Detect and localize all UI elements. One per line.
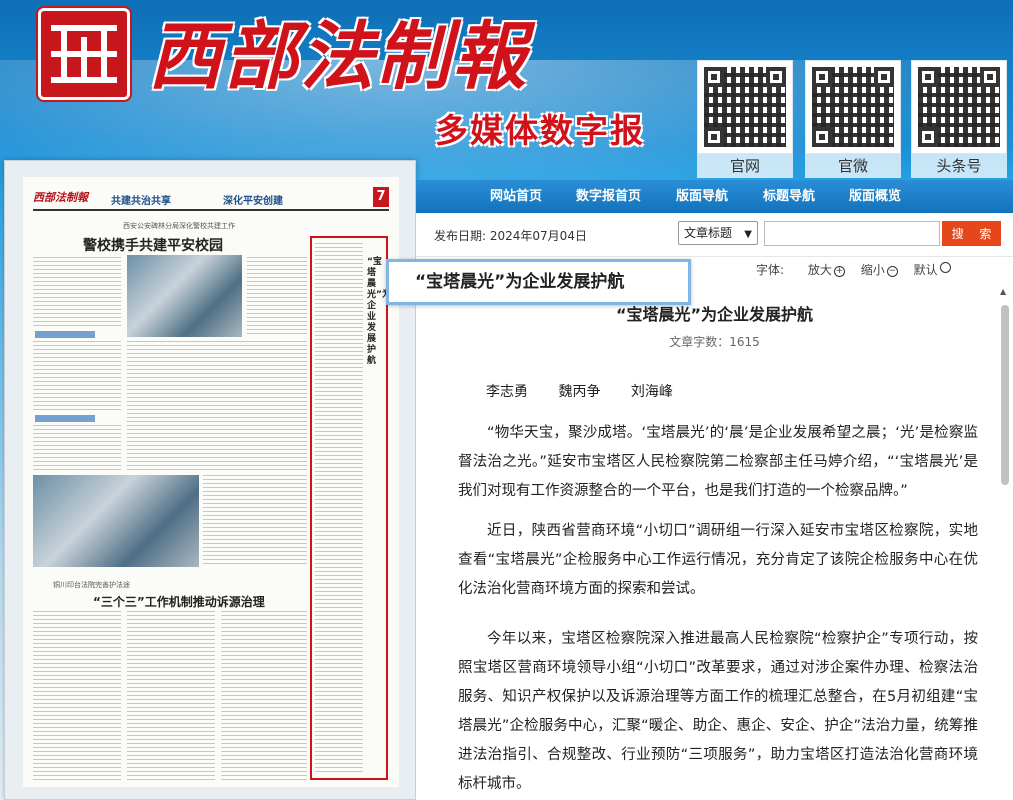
font-enlarge-label: 放大 [807,263,832,277]
article-word-count: 文章字数：1615 [669,335,760,349]
publish-date-value: 2024年07月04日 [489,229,587,243]
paper-masthead: 西部法制報 共建共治共享 深化平安创建 7 [33,187,389,211]
qr-code-icon [697,60,793,154]
newspaper-page-image[interactable]: 西部法制報 共建共治共享 深化平安创建 7 西安公安碑林分局深化警校共建工作 警… [23,177,399,787]
paper-photo-students[interactable] [33,475,199,567]
nav-page-guide[interactable]: 版面导航 [676,180,728,213]
paper-text-block[interactable] [33,257,121,327]
article-paragraph: “物华天宝，聚沙成塔。‘宝塔晨光’的‘晨’是企业发展希望之晨；‘光’是检察监督法… [458,425,978,499]
nav-site-home[interactable]: 网站首页 [490,180,542,213]
paper-text-block[interactable] [203,475,307,567]
font-default-label: 默认 [913,263,938,277]
search-type-value: 文章标题 [684,226,733,240]
font-enlarge-button[interactable]: 放大 + [808,261,845,278]
font-size-controls: 字体: 放大 + 缩小 − 默认 [756,261,951,281]
paper-text-block[interactable] [221,611,307,781]
search-button[interactable]: 搜 索 [942,221,1001,246]
qr-official-site[interactable]: 官网 [697,60,793,178]
author-name: 李志勇 [486,384,528,400]
paper-text-block[interactable] [33,341,121,411]
publish-date-label: 发布日期: [434,229,487,243]
qr-code-icon [911,60,1007,154]
paper-subhead-tag [35,331,95,338]
qr-label: 头条号 [911,154,1007,178]
qr-label: 官微 [805,154,901,178]
article-authors: 李志勇 魏丙争 刘海峰 [486,381,699,401]
paper-kicker-2: 铜川印台法院完善护法途 [53,581,130,589]
selected-article-vertical-title: “宝塔晨光”为企业发展护航 [367,257,391,366]
newspaper-page-viewer: 西部法制報 共建共治共享 深化平安创建 7 西安公安碑林分局深化警校共建工作 警… [4,160,416,800]
publish-date: 发布日期: 2024年07月04日 [434,227,587,244]
logo-seal-icon[interactable] [38,8,130,100]
paper-photo-police[interactable] [127,255,242,337]
qr-code-icon [805,60,901,154]
font-shrink-button[interactable]: 缩小 − [861,261,898,278]
scroll-up-icon[interactable]: ▲ [1000,287,1006,296]
paper-text-block[interactable] [127,341,307,471]
nav-page-overview[interactable]: 版面概览 [849,180,901,213]
scroll-thumb[interactable] [1001,305,1009,485]
paper-text-block[interactable] [33,425,121,470]
search-input[interactable] [764,221,940,246]
nav-digital-home[interactable]: 数字报首页 [576,180,641,213]
brand-subtitle: 多媒体数字报 [435,111,645,150]
paper-subhead-tag [35,415,95,422]
paper-text-block[interactable] [33,611,121,781]
qr-weibo[interactable]: 官微 [805,60,901,178]
search-type-select[interactable]: 文章标题 ▼ [678,221,758,245]
paper-headline-2[interactable]: “三个三”工作机制推动诉源治理 [93,593,265,610]
paper-mast-logo: 西部法制報 [33,191,88,204]
paper-mast-slogan-1: 共建共治共享 [111,196,171,207]
paper-kicker: 西安公安碑林分局深化警校共建工作 [123,222,235,230]
font-default-button[interactable]: 默认 [914,261,951,278]
main-nav: 网站首页 数字报首页 版面导航 标题导航 版面概览 [416,180,1013,213]
paper-text-block[interactable] [247,257,307,337]
paper-headline[interactable]: 警校携手共建平安校园 [83,235,223,255]
article-content: “宝塔晨光”为企业发展护航 文章字数：1615 李志勇 魏丙争 刘海峰 “物华天… [416,283,1013,800]
minus-icon: − [886,266,898,277]
paper-page-number: 7 [373,187,389,207]
font-label: 字体: [756,263,785,277]
qr-toutiao[interactable]: 头条号 [911,60,1007,178]
article-paragraph: 近日，陕西省营商环境“小切口”调研组一行深入延安市宝塔区检察院，实地查看“宝塔晨… [458,523,978,597]
plus-icon: + [833,266,845,277]
author-name: 刘海峰 [630,384,673,400]
article-title-tooltip: “宝塔晨光”为企业发展护航 [386,259,691,305]
paper-mast-slogan-2: 深化平安创建 [223,196,283,207]
selected-article-text [315,243,363,773]
site-header: 西部法制報 多媒体数字报 官网 官微 头条号 [0,0,1013,185]
author-name: 魏丙争 [558,384,601,400]
chevron-down-icon: ▼ [744,229,752,240]
article-toolbar: 发布日期: 2024年07月04日 文章标题 ▼ 搜 索 [416,213,1013,257]
paper-text-block[interactable] [127,611,215,781]
nav-title-guide[interactable]: 标题导航 [763,180,815,213]
font-shrink-label: 缩小 [860,263,885,277]
article-scrollbar[interactable]: ▲ [1000,287,1009,799]
brand-name-logo: 西部法制報 [148,14,528,100]
article-paragraph: 今年以来，宝塔区检察院深入推进最高人民检察院“检察护企”专项行动，按照宝塔区营商… [458,631,978,792]
qr-label: 官网 [697,154,793,178]
circle-icon [939,262,951,273]
